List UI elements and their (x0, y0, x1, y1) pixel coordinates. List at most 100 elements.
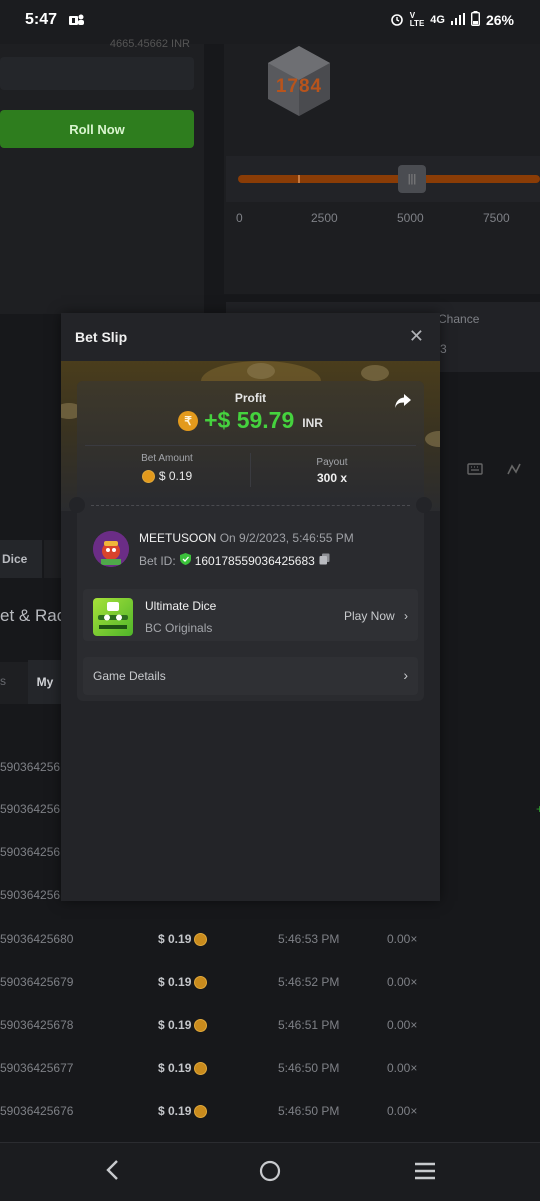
battery-level: 26% (485, 12, 514, 28)
network-label: 4G (430, 14, 445, 26)
system-nav-bar (0, 1142, 540, 1201)
scale-7500: 7500 (483, 211, 510, 225)
table-row-id: 590364256 (0, 802, 61, 816)
game-link-row[interactable]: Ultimate Dice BC Originals Play Now › (83, 589, 418, 641)
cube-value: 1784 (275, 76, 323, 97)
share-icon[interactable] (394, 393, 412, 414)
avatar[interactable] (93, 531, 129, 567)
time-cell: 5:46:50 PM (278, 1061, 340, 1075)
profit-value: +$ 59.79 (204, 407, 295, 433)
amount-cell: $ 0.19 (158, 932, 208, 946)
tab-partial[interactable]: s (0, 674, 6, 688)
coin-decoration (247, 363, 275, 379)
game-details-label: Game Details (93, 669, 166, 683)
dashed-divider (91, 505, 410, 506)
time-cell: 5:46:50 PM (278, 1104, 340, 1118)
roll-now-button[interactable]: Roll Now (0, 110, 194, 148)
dice-cube: 1784 (268, 46, 330, 116)
status-time: 5:47 (25, 11, 58, 28)
table-row-id: 590364256 (0, 845, 61, 859)
play-now-label: Play Now (343, 609, 395, 623)
amount-text: $ 0.19 (158, 1061, 192, 1075)
ticket-notch (416, 497, 432, 513)
chevron-right-icon: › (403, 667, 408, 683)
bet-card: Profit ₹ +$ 59.79 INR Bet Amount $ 0.19 … (69, 381, 432, 701)
ticket-notch (69, 497, 85, 513)
scale-5000: 5000 (397, 211, 424, 225)
time-cell: 5:46:53 PM (278, 932, 340, 946)
time-cell: 5:46:51 PM (278, 1018, 340, 1032)
section-title: et & Rac (0, 606, 66, 625)
teams-icon (67, 12, 85, 33)
bet-id-cell: 59036425677 (0, 1061, 74, 1075)
coin-icon (194, 1061, 208, 1075)
chance-label: Chance (438, 312, 480, 326)
chance-value: 3 (440, 342, 447, 356)
slider-handle[interactable]: ||| (398, 165, 426, 193)
divider (250, 453, 251, 487)
profit-currency: INR (302, 415, 323, 430)
amount-text: $ 0.19 (158, 1018, 192, 1032)
tab-other[interactable] (44, 540, 62, 578)
coin-icon (194, 932, 208, 946)
tab-my-bets[interactable]: My (28, 660, 62, 704)
bet-amount-text: $ 0.19 (158, 469, 193, 483)
multiplier-cell: 0.00× (387, 1061, 418, 1075)
amount-text: $ 0.19 (158, 1104, 192, 1118)
amount-cell: $ 0.19 (158, 1018, 208, 1032)
tab-dice[interactable]: Dice (0, 540, 42, 578)
multiplier-cell: 0.00× (387, 932, 418, 946)
alarm-icon (390, 12, 404, 29)
battery-icon (470, 11, 480, 29)
home-icon[interactable] (259, 1160, 281, 1187)
scale-2500: 2500 (311, 211, 338, 225)
play-now-link[interactable]: Play Now › (344, 609, 408, 623)
copy-icon[interactable] (319, 553, 330, 568)
bet-id-value: 160178559036425683 (194, 553, 315, 568)
amount-cell: $ 0.19 (158, 975, 208, 989)
bet-input[interactable] (0, 57, 194, 90)
bet-id-label: Bet ID: (139, 553, 176, 568)
slider-marker (298, 175, 300, 183)
modal-title: Bet Slip (75, 329, 128, 345)
bet-id-cell: 59036425680 (0, 932, 74, 946)
amount-cell: $ 0.19 (158, 1061, 208, 1075)
amount-text: $ 0.19 (158, 975, 192, 989)
coin-icon (194, 975, 208, 989)
rupee-icon: ₹ (178, 410, 199, 431)
scale-0: 0 (236, 211, 243, 225)
coin-icon (141, 469, 155, 483)
coin-decoration (361, 365, 389, 381)
bet-date: On 9/2/2023, 5:46:55 PM (219, 531, 354, 545)
game-details-row[interactable]: Game Details › (83, 657, 418, 695)
chart-icon[interactable] (507, 462, 523, 481)
multiplier-cell: 0.00× (387, 1018, 418, 1032)
username[interactable]: MEETUSOON (139, 531, 216, 545)
balance-partial: 4665.45662 INR (109, 38, 190, 50)
payout-label: Payout (316, 457, 348, 468)
status-indicators: V LTE 4G 26% (390, 11, 514, 29)
bet-id-cell: 59036425678 (0, 1018, 74, 1032)
keyboard-icon[interactable] (467, 462, 483, 481)
bet-amount-label: Bet Amount (141, 453, 193, 464)
profit-row: ₹ +$ 59.79 INR (77, 407, 424, 434)
table-row-id: 590364256 (0, 760, 61, 774)
shield-check-icon (179, 553, 191, 568)
bet-slip-modal: Bet Slip ✕ Profit ₹ +$ 59.79 INR Bet Amo… (61, 313, 440, 901)
divider (85, 445, 416, 446)
amount-cell: $ 0.19 (158, 1104, 208, 1118)
close-icon[interactable]: ✕ (409, 326, 424, 347)
menu-icon[interactable] (414, 1162, 436, 1185)
coin-decoration (425, 431, 440, 447)
multiplier-cell: 0.00× (387, 975, 418, 989)
back-icon[interactable] (104, 1159, 120, 1186)
signal-icon (450, 12, 465, 28)
multiplier-cell: 0.00× (387, 1104, 418, 1118)
user-line: MEETUSOON On 9/2/2023, 5:46:55 PM (139, 531, 354, 545)
payout-value: 300 x (316, 471, 348, 485)
volte-icon: V LTE (409, 11, 425, 28)
coin-icon (194, 1018, 208, 1032)
roll-slider[interactable] (238, 175, 540, 183)
bet-amount-value: $ 0.19 (117, 469, 217, 483)
bet-id-cell: 59036425676 (0, 1104, 74, 1118)
